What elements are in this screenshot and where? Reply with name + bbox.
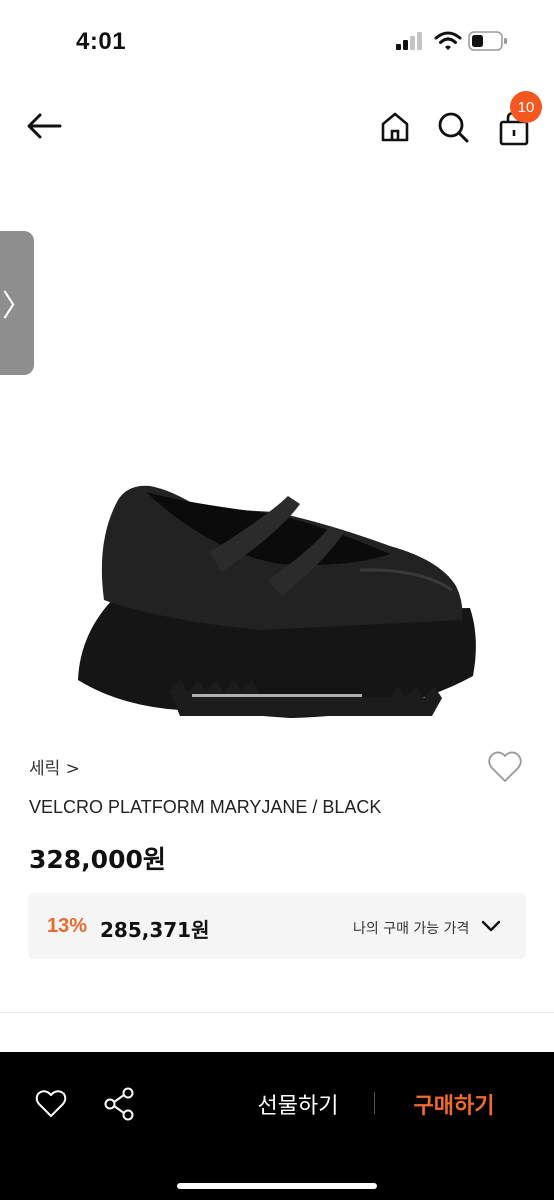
wifi-icon (434, 31, 462, 50)
product-name: VELCRO PLATFORM MARYJANE / BLACK (29, 797, 382, 817)
divider (0, 1012, 554, 1013)
chevron-right-icon: 〉 (2, 289, 32, 324)
status-bar: 4:01 (0, 0, 554, 80)
bottom-action-bar: 선물하기 구매하기 (0, 1052, 554, 1200)
bottom-bar-separator (374, 1092, 375, 1114)
product-image[interactable] (60, 460, 500, 740)
signal-icon (396, 32, 422, 50)
discount-price: 285,371원 (100, 918, 210, 942)
search-icon[interactable] (434, 108, 472, 146)
product-price: 328,000원 (29, 845, 166, 874)
top-nav (0, 90, 554, 162)
carousel-indicator (192, 694, 362, 697)
home-icon[interactable] (376, 108, 414, 146)
carousel-indicator-active (192, 694, 362, 697)
brand-link[interactable]: 세릭 > (29, 754, 80, 779)
discount-rate: 13% (47, 915, 88, 937)
home-indicator (177, 1183, 377, 1189)
chevron-down-icon (481, 920, 501, 932)
gift-button[interactable]: 선물하기 (238, 1088, 358, 1120)
my-price-label: 나의 구매 가능 가격 (353, 921, 470, 937)
heart-outline-icon[interactable] (34, 1088, 68, 1120)
battery-icon (468, 31, 507, 51)
cart-count-badge: 10 (510, 91, 542, 123)
status-time: 4:01 (76, 28, 127, 55)
share-icon[interactable] (102, 1086, 136, 1122)
heart-icon[interactable] (486, 748, 524, 786)
buy-button[interactable]: 구매하기 (394, 1088, 514, 1120)
my-price-dropdown[interactable]: 13% 285,371원 나의 구매 가능 가격 (28, 893, 526, 959)
arrow-left-icon[interactable] (22, 108, 66, 144)
side-tab-next[interactable]: 〉 (0, 231, 34, 375)
